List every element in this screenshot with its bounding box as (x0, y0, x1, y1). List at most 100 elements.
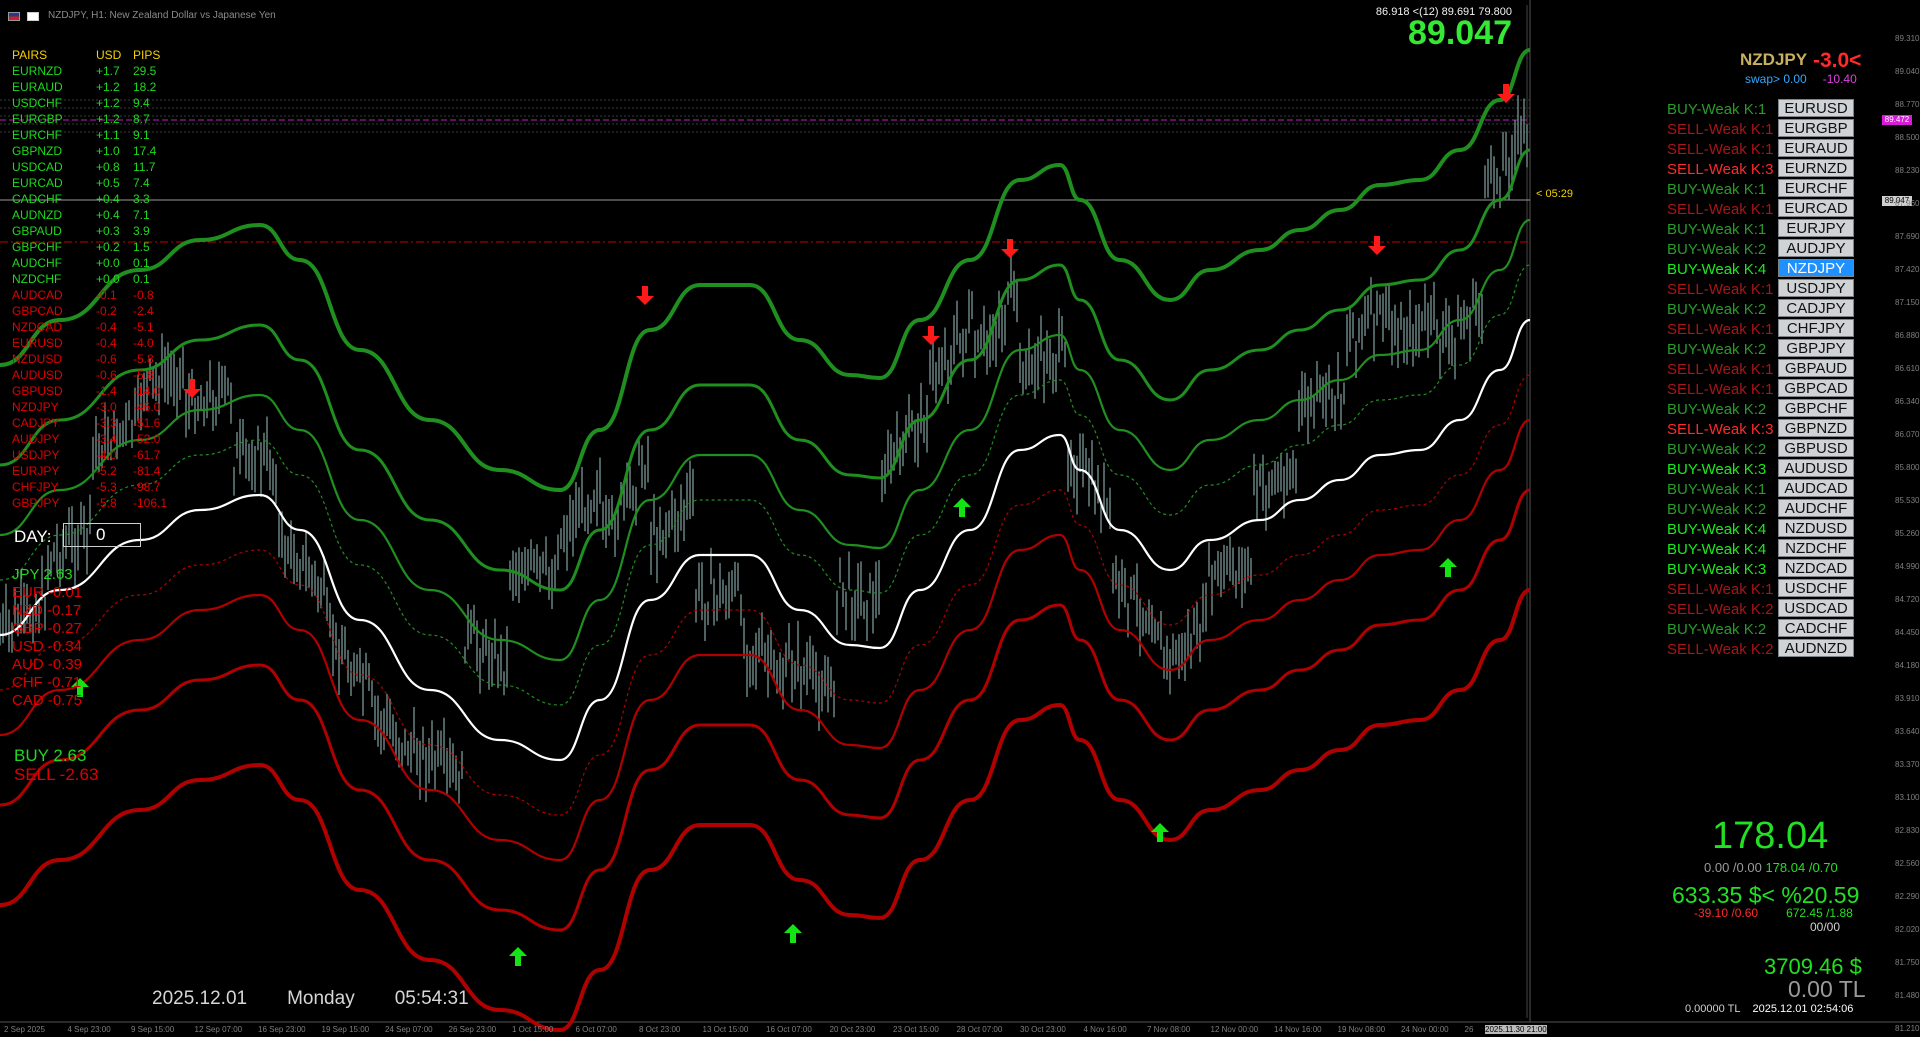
pair-button-gbpaud[interactable]: GBPAUD (1778, 359, 1854, 377)
pairs-cell-usd: -0.4 (96, 320, 117, 334)
y-axis-tick: 81.750 (1895, 958, 1920, 967)
pair-button-eurchf[interactable]: EURCHF (1778, 179, 1854, 197)
signal-text: SELL-Weak K:2 (1667, 641, 1774, 658)
red-band-3 (0, 418, 1531, 862)
pairs-cell-pair: CADCHF (12, 192, 62, 206)
current-price: 89.047 (1408, 14, 1512, 52)
profit-detail-b: 178.04 /0.70 (1765, 860, 1838, 875)
pairs-cell-pips: -5.8 (133, 368, 154, 382)
day-input[interactable]: 0 (63, 523, 141, 547)
signal-text: BUY-Weak K:4 (1667, 541, 1767, 558)
pairs-cell-pair: EURCHF (12, 128, 62, 142)
pair-button-usdcad[interactable]: USDCAD (1778, 599, 1854, 617)
y-axis-tick: 85.800 (1895, 463, 1920, 472)
pairs-cell-pips: -61.7 (133, 448, 161, 462)
pairs-cell-usd: +1.1 (96, 128, 120, 142)
pair-button-eurgbp[interactable]: EURGBP (1778, 119, 1854, 137)
pair-button-gbpjpy[interactable]: GBPJPY (1778, 339, 1854, 357)
pair-button-nzdjpy[interactable]: NZDJPY (1778, 259, 1854, 277)
signal-text: BUY-Weak K:1 (1667, 221, 1767, 238)
signal-text: BUY-Weak K:2 (1667, 401, 1767, 418)
pair-button-audchf[interactable]: AUDCHF (1778, 499, 1854, 517)
pair-button-nzdcad[interactable]: NZDCAD (1778, 559, 1854, 577)
pairs-cell-pair: USDCAD (12, 160, 63, 174)
pair-button-audnzd[interactable]: AUDNZD (1778, 639, 1854, 657)
pair-button-eurjpy[interactable]: EURJPY (1778, 219, 1854, 237)
y-axis-tick: 89.310 (1895, 34, 1920, 43)
pairs-cell-pips: 3.9 (133, 224, 150, 238)
pairs-cell-usd: +1.2 (96, 112, 120, 126)
signal-text: BUY-Weak K:4 (1667, 261, 1767, 278)
pair-button-eurusd[interactable]: EURUSD (1778, 99, 1854, 117)
equity-detail: -39.10 /0.60 672.45 /1.88 (1694, 906, 1853, 920)
pairs-cell-usd: +1.0 (96, 144, 120, 158)
y-axis-tick: 82.020 (1895, 925, 1920, 934)
x-axis-tick: 28 Oct 07:00 (956, 1025, 1003, 1034)
currency-strength-item: EUR -0.01 (12, 584, 83, 601)
pair-button-euraud[interactable]: EURAUD (1778, 139, 1854, 157)
pair-button-eurcad[interactable]: EURCAD (1778, 199, 1854, 217)
pairs-cell-pair: EURUSD (12, 336, 63, 350)
price-chart[interactable] (0, 0, 1920, 1037)
signal-text: BUY-Weak K:3 (1667, 461, 1767, 478)
signal-text: SELL-Weak K:3 (1667, 421, 1774, 438)
equity-detail-right: 672.45 /1.88 (1786, 906, 1853, 920)
x-axis-tick: 30 Oct 23:00 (1020, 1025, 1066, 1034)
pairs-cell-usd: +0.2 (96, 240, 120, 254)
signal-text: SELL-Weak K:1 (1667, 321, 1774, 338)
time-text: 05:54:31 (394, 988, 469, 1009)
y-axis-tick: 82.290 (1895, 892, 1920, 901)
pair-button-cadchf[interactable]: CADCHF (1778, 619, 1854, 637)
signal-text: SELL-Weak K:3 (1667, 161, 1774, 178)
signal-text: BUY-Weak K:2 (1667, 301, 1767, 318)
pair-button-gbpusd[interactable]: GBPUSD (1778, 439, 1854, 457)
pair-button-audusd[interactable]: AUDUSD (1778, 459, 1854, 477)
x-axis-tick: 12 Nov 00:00 (1210, 1025, 1259, 1034)
x-axis-tick: 16 Oct 07:00 (766, 1025, 812, 1034)
pair-button-nzdusd[interactable]: NZDUSD (1778, 519, 1854, 537)
pair-button-gbpchf[interactable]: GBPCHF (1778, 399, 1854, 417)
sell-arrow-icon (636, 286, 654, 305)
pair-button-gbpnzd[interactable]: GBPNZD (1778, 419, 1854, 437)
x-axis-tick: 13 Oct 15:00 (702, 1025, 749, 1034)
pair-button-audcad[interactable]: AUDCAD (1778, 479, 1854, 497)
red-band-dotted (0, 374, 1531, 816)
pairs-cell-pips: -106.1 (133, 496, 168, 510)
pair-button-nzdchf[interactable]: NZDCHF (1778, 539, 1854, 557)
pair-button-usdchf[interactable]: USDCHF (1778, 579, 1854, 597)
pairs-cell-pips: 18.2 (133, 80, 157, 94)
signal-text: BUY-Weak K:2 (1667, 501, 1767, 518)
currency-strength-item: AUD -0.39 (12, 656, 83, 673)
signal-text: SELL-Weak K:1 (1667, 381, 1774, 398)
pair-button-chfjpy[interactable]: CHFJPY (1778, 319, 1854, 337)
pairs-cell-pair: NZDCAD (12, 320, 62, 334)
x-axis-tick: 14 Nov 16:00 (1274, 1025, 1322, 1034)
pairs-cell-pips: 9.1 (133, 128, 150, 142)
pairs-cell-pips: 17.4 (133, 144, 157, 158)
y-axis-tick: 87.150 (1895, 298, 1920, 307)
pair-button-cadjpy[interactable]: CADJPY (1778, 299, 1854, 317)
pairs-cell-usd: +0.0 (96, 256, 120, 270)
buy-arrow-icon (953, 498, 971, 517)
pair-button-audjpy[interactable]: AUDJPY (1778, 239, 1854, 257)
x-axis-tick: 12 Sep 07:00 (194, 1025, 243, 1034)
signal-text: BUY-Weak K:1 (1667, 181, 1767, 198)
pair-button-eurnzd[interactable]: EURNZD (1778, 159, 1854, 177)
y-axis-tick: 81.210 (1895, 1024, 1920, 1033)
x-axis-tick: 1 Oct 15:00 (512, 1025, 554, 1034)
y-axis-tick: 81.480 (1895, 991, 1920, 1000)
signal-text: BUY-Weak K:2 (1667, 341, 1767, 358)
pairs-cell-usd: +0.4 (96, 192, 120, 206)
pairs-cell-pips: 7.4 (133, 176, 150, 190)
pair-button-gbpcad[interactable]: GBPCAD (1778, 379, 1854, 397)
pairs-cell-pips: -52.0 (133, 432, 161, 446)
header-pips: PIPS (133, 48, 161, 62)
pairs-cell-usd: -0.1 (96, 288, 117, 302)
pair-button-usdjpy[interactable]: USDJPY (1778, 279, 1854, 297)
pairs-cell-pair: AUDJPY (12, 432, 60, 446)
x-axis-tick: 23 Oct 15:00 (893, 1025, 939, 1034)
currency-strength-item: USD -0.34 (12, 638, 83, 655)
currency-strength-item: CAD -0.75 (12, 692, 83, 709)
pairs-cell-pips: 11.7 (133, 160, 156, 174)
swap-value: -10.40 (1822, 72, 1857, 86)
